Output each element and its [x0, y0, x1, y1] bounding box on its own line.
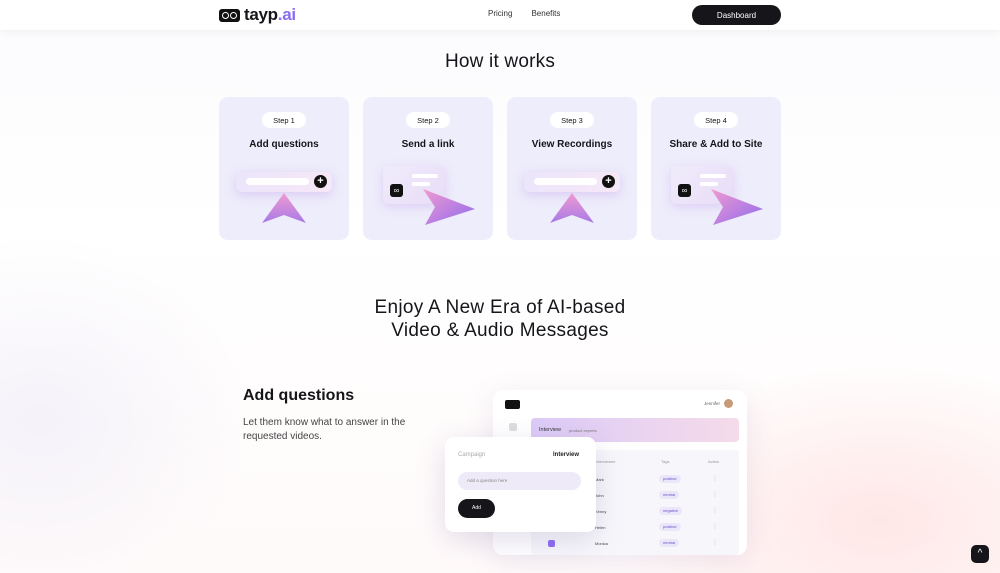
- nav-links: Pricing Benefits: [488, 9, 560, 18]
- plus-icon: +: [314, 175, 327, 188]
- step-pill: Step 2: [406, 112, 450, 128]
- more-icon: ⋮: [712, 540, 718, 546]
- link-icon: ∞: [678, 184, 691, 197]
- how-it-works-title: How it works: [444, 51, 556, 72]
- step-card-3: Step 3 View Recordings +: [507, 97, 637, 240]
- step-pill: Step 1: [262, 112, 306, 128]
- section-heading-line1: Enjoy A New Era of AI-based: [374, 297, 626, 318]
- add-question-popup: Campaign Interview Add a question here A…: [445, 437, 596, 532]
- step-card-1: Step 1 Add questions +: [219, 97, 349, 240]
- nav-link-pricing[interactable]: Pricing: [488, 9, 512, 18]
- logo[interactable]: tayp.ai: [219, 5, 296, 24]
- step-card-4: Step 4 Share & Add to Site ∞: [651, 97, 781, 240]
- step-title: Share & Add to Site: [669, 139, 763, 150]
- more-icon: ⋮: [712, 524, 718, 530]
- avatar: [724, 399, 733, 408]
- step-card-2: Step 2 Send a link ∞: [363, 97, 493, 240]
- mockup-user: Jennifer: [704, 399, 733, 408]
- send-arrow-icon: [423, 189, 475, 225]
- more-icon: ⋮: [712, 476, 718, 482]
- plus-icon: +: [602, 175, 615, 188]
- section-heading: Enjoy A New Era of AI-based Video & Audi…: [0, 296, 1000, 342]
- section-heading-line2: Video & Audio Messages: [391, 320, 609, 341]
- add-button: Add: [458, 499, 495, 518]
- more-icon: ⋮: [712, 508, 718, 514]
- question-input-illustration: +: [236, 172, 332, 192]
- recording-input-illustration: +: [524, 172, 620, 192]
- step-pill: Step 3: [550, 112, 594, 128]
- scroll-to-top-button[interactable]: ^: [971, 545, 989, 563]
- feature-title: Add questions: [243, 387, 355, 404]
- pointer-arrow-icon: [550, 193, 594, 223]
- step-pill: Step 4: [694, 112, 738, 128]
- logo-text: tayp.ai: [244, 5, 296, 24]
- step-title: Add questions: [249, 139, 319, 150]
- grid-icon: [509, 423, 517, 431]
- tab-campaign: Campaign: [458, 452, 486, 458]
- top-navbar: tayp.ai Pricing Benefits Dashboard: [0, 0, 1000, 30]
- nav-link-benefits[interactable]: Benefits: [531, 9, 560, 18]
- send-arrow-icon: [711, 189, 763, 225]
- mockup-logo-icon: [505, 400, 520, 409]
- dashboard-button[interactable]: Dashboard: [692, 5, 781, 25]
- table-row: Monica neutral ⋮: [531, 536, 739, 552]
- question-input: Add a question here: [458, 472, 581, 490]
- link-icon: ∞: [390, 184, 403, 197]
- checkbox-icon: [548, 540, 555, 547]
- more-icon: ⋮: [712, 492, 718, 498]
- tab-interview: Interview: [553, 452, 580, 458]
- step-title: Send a link: [401, 139, 455, 150]
- feature-description: Let them know what to answer in the requ…: [243, 417, 406, 442]
- logo-voicemail-icon: [219, 8, 240, 22]
- step-title: View Recordings: [531, 139, 613, 150]
- pointer-arrow-icon: [262, 193, 306, 223]
